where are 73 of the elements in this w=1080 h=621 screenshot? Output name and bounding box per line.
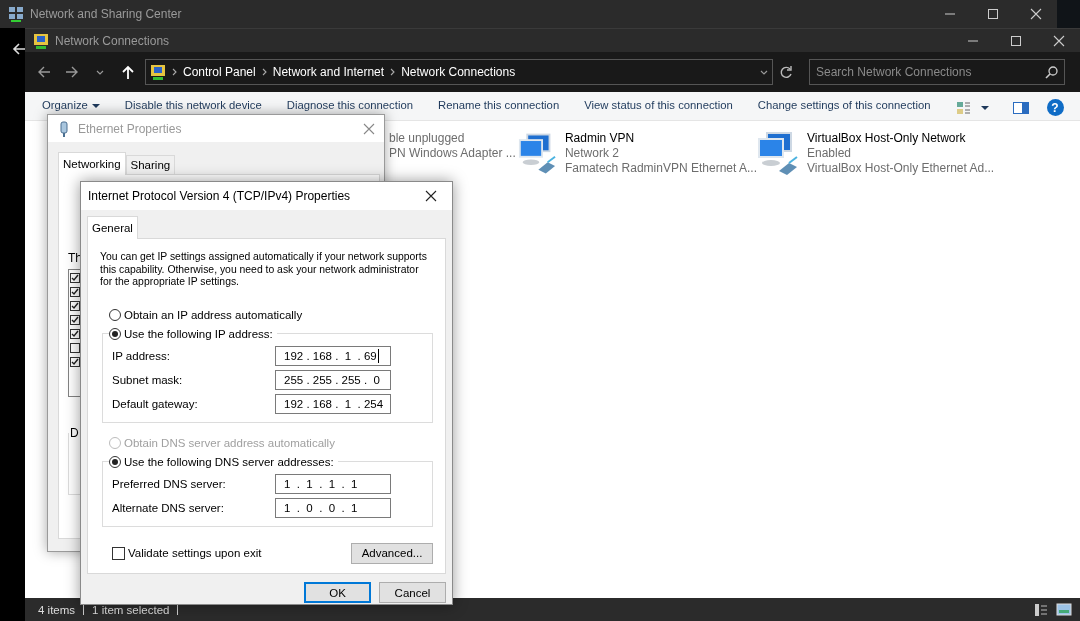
network-adapter-icon[interactable]	[757, 131, 799, 177]
breadcrumb-item[interactable]: Control Panel	[183, 65, 256, 79]
preview-pane-icon[interactable]	[1012, 101, 1029, 114]
window-title: Network Connections	[55, 33, 171, 48]
connection-name[interactable]: Radmin VPN	[564, 131, 757, 146]
checkbox-label: Validate settings upon exit	[128, 547, 262, 559]
search-field[interactable]: Search Network Connections	[809, 59, 1065, 85]
toolbar-command[interactable]: Change settings of this connection	[757, 99, 931, 112]
status-text: 4 items	[38, 603, 76, 616]
ip-address-field[interactable]: 255 . 255 . 255 . 0	[275, 369, 391, 390]
toolbar-command[interactable]: Rename this connection	[437, 99, 560, 112]
toolbar-command[interactable]: View status of this connection	[584, 99, 733, 112]
ip-address-field[interactable]: 192 . 168 . 1 . 254	[275, 393, 391, 414]
radio-option[interactable]: Use the following IP address:	[109, 327, 277, 340]
network-connections-icon	[33, 32, 49, 49]
breadcrumb-item[interactable]: Network and Internet	[272, 65, 385, 79]
connection-status: ble unplugged	[389, 131, 466, 146]
help-button[interactable]: ?	[1046, 99, 1064, 116]
network-connections-icon	[150, 64, 166, 80]
field-label: Default gateway:	[112, 397, 198, 410]
ip-address-field[interactable]: 1 . 0 . 0 . 1	[275, 497, 391, 518]
close-icon[interactable]	[423, 190, 438, 202]
field-label: Subnet mask:	[112, 373, 183, 386]
organize-menu[interactable]: Organize	[42, 99, 100, 112]
checkbox[interactable]	[112, 546, 125, 560]
maximize-icon[interactable]	[985, 8, 1000, 20]
ip-address-field[interactable]: 1 . 1 . 1 . 1	[275, 473, 391, 494]
connection-status: Network 2	[564, 146, 620, 161]
maximize-icon[interactable]	[1008, 34, 1023, 47]
toolbar-command[interactable]: Diagnose this connection	[286, 99, 413, 112]
radio-option[interactable]: Use the following DNS server addresses:	[109, 455, 338, 468]
ok-button[interactable]: OK	[304, 582, 371, 603]
chevron-down-icon[interactable]	[760, 68, 768, 76]
description-text: You can get IP settings assigned automatically if your network supports this capability. Otherwise, you need to ask your network administrator for the appropriate IP settings.	[100, 251, 428, 289]
advanced-button[interactable]: Advanced...	[351, 542, 433, 564]
chevron-right-icon	[390, 68, 396, 76]
details-view-icon[interactable]	[1034, 602, 1048, 617]
address-bar[interactable]: Control Panel Network and Internet Network Connections	[145, 59, 773, 85]
large-icons-view-icon[interactable]	[1056, 602, 1072, 616]
tab[interactable]: Sharing	[125, 155, 176, 174]
connection-name[interactable]: VirtualBox Host-Only Network	[807, 131, 995, 146]
group-label: D	[69, 426, 80, 440]
dialog-title: Internet Protocol Version 4 (TCP/IPv4) Properties	[88, 189, 352, 203]
dialog-title: Ethernet Properties	[78, 121, 183, 136]
checkbox[interactable]	[70, 343, 80, 353]
window-title: Network and Sharing Center	[30, 7, 183, 21]
adapter-name: VirtualBox Host-Only Ethernet Ad...	[807, 161, 995, 176]
up-arrow-icon[interactable]	[120, 64, 136, 80]
checkmark-icon	[71, 358, 79, 366]
forward-icon[interactable]	[64, 64, 80, 80]
back-icon[interactable]	[36, 64, 52, 80]
status-text: 1 item selected	[92, 603, 170, 616]
chevron-right-icon	[172, 68, 177, 76]
refresh-icon[interactable]	[779, 65, 793, 79]
field-label: IP address:	[112, 349, 170, 362]
caret-icon	[91, 103, 100, 108]
search-icon	[1045, 65, 1058, 79]
connection-status: Enabled	[807, 146, 853, 161]
network-icon	[8, 6, 24, 22]
back-arrow-icon[interactable]	[11, 41, 27, 57]
caret-icon[interactable]	[980, 105, 989, 110]
tab[interactable]: General	[87, 216, 138, 239]
cancel-button[interactable]: Cancel	[379, 582, 446, 603]
ip-address-field[interactable]: 192 . 168 . 1 . 69	[275, 345, 391, 366]
tab[interactable]: Networking	[58, 152, 126, 175]
toolbar-command[interactable]: Disable this network device	[124, 99, 262, 112]
field-label: Alternate DNS server:	[112, 501, 224, 514]
adapter-name: Famatech RadminVPN Ethernet A...	[564, 161, 757, 176]
chevron-down-icon[interactable]	[96, 68, 104, 76]
chevron-right-icon	[261, 68, 267, 76]
field-label: Preferred DNS server:	[112, 477, 226, 490]
adapter-name: PN Windows Adapter ...	[389, 146, 516, 161]
breadcrumb-item[interactable]: Network Connections	[401, 65, 516, 79]
